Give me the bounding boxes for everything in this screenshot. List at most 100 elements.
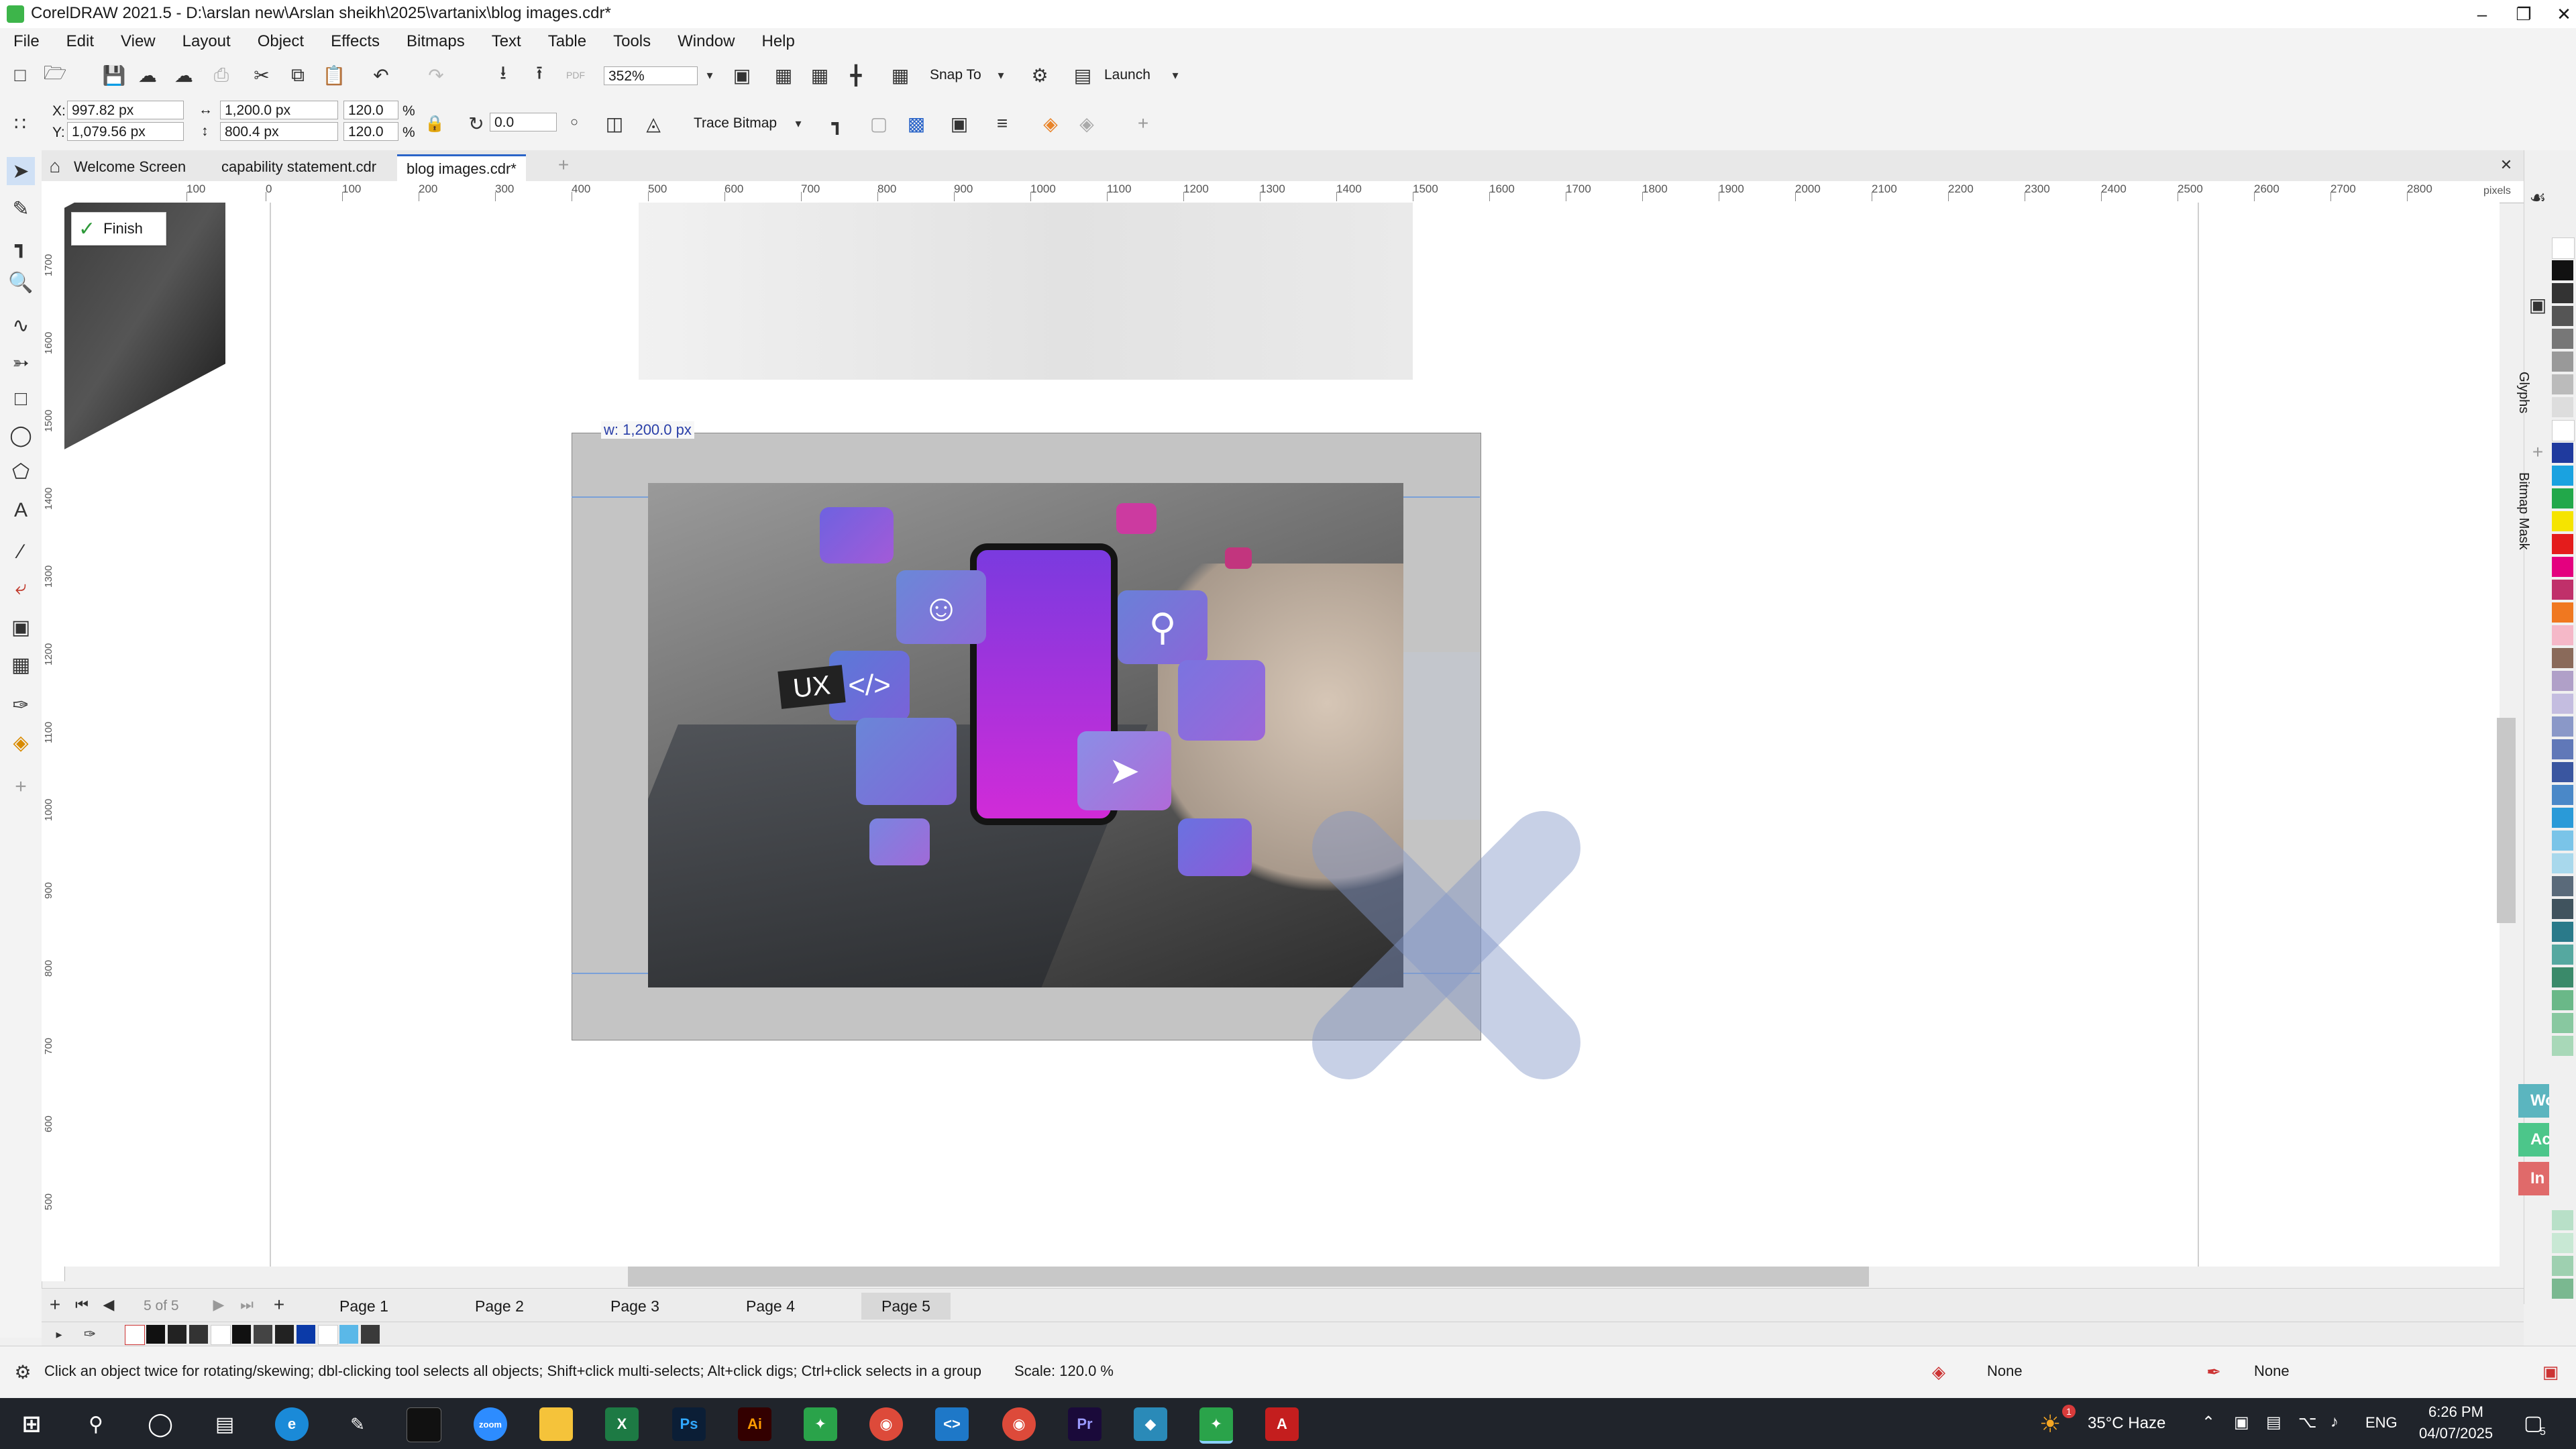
- doc-swatch[interactable]: [146, 1325, 165, 1344]
- wifi-icon[interactable]: ⌥: [2298, 1413, 2317, 1432]
- vscode-icon[interactable]: <>: [935, 1407, 969, 1441]
- swatch[interactable]: [2552, 671, 2573, 691]
- tab-capability-statement[interactable]: capability statement.cdr: [212, 154, 386, 180]
- swatch[interactable]: [2552, 967, 2573, 987]
- options-gear-icon[interactable]: ⚙: [1026, 62, 1053, 89]
- horizontal-scrollbar-thumb[interactable]: [628, 1267, 1869, 1287]
- swatch[interactable]: [2552, 808, 2573, 828]
- launch-icon[interactable]: ▤: [1069, 62, 1096, 89]
- clock-date[interactable]: 04/07/2025: [2419, 1425, 2493, 1442]
- close-button[interactable]: ✕: [2537, 0, 2576, 28]
- cortana-icon[interactable]: ◯: [144, 1407, 177, 1441]
- scale-height-field[interactable]: 120.0: [343, 122, 398, 141]
- page-tab-5[interactable]: Page 5: [861, 1293, 951, 1320]
- mirror-vertical-icon[interactable]: ◬: [640, 110, 667, 137]
- swatch[interactable]: [2552, 1256, 2573, 1276]
- swatch[interactable]: [2552, 443, 2573, 463]
- swatch[interactable]: [2552, 511, 2573, 531]
- swatch[interactable]: [2552, 420, 2575, 441]
- doc-swatch[interactable]: [168, 1325, 186, 1344]
- swatch[interactable]: [2552, 853, 2573, 873]
- trace-dropdown-icon[interactable]: ▾: [785, 110, 812, 137]
- menu-object[interactable]: Object: [244, 28, 317, 55]
- lock-ratio-icon[interactable]: 🔒: [421, 110, 448, 137]
- coreldraw-active-icon[interactable]: ✦: [1199, 1407, 1233, 1444]
- menu-help[interactable]: Help: [748, 28, 808, 55]
- tab-blog-images[interactable]: blog images.cdr*: [397, 154, 526, 182]
- chrome-profile-icon[interactable]: ◉: [1002, 1407, 1036, 1441]
- print-icon[interactable]: ⎙: [208, 62, 235, 89]
- blog-image[interactable]: ☺ </> UX ⚲ ➤: [648, 483, 1403, 987]
- doc-swatch[interactable]: [232, 1325, 251, 1344]
- swatch[interactable]: [2552, 534, 2573, 554]
- weather-text[interactable]: 35°C Haze: [2088, 1414, 2165, 1433]
- network-icon[interactable]: ▤: [2266, 1413, 2282, 1432]
- parallel-dimension-icon[interactable]: ∕: [7, 538, 35, 566]
- snap-dropdown-arrow-icon[interactable]: ▾: [987, 62, 1014, 89]
- bitmap-mask-tab-icon[interactable]: ▣: [2524, 291, 2551, 318]
- page-tab-3[interactable]: Page 3: [590, 1293, 680, 1320]
- clock-time[interactable]: 6:26 PM: [2428, 1403, 2483, 1421]
- freehand-tool-icon[interactable]: ∿: [7, 311, 35, 339]
- menu-bitmaps[interactable]: Bitmaps: [393, 28, 478, 55]
- undo-icon[interactable]: ↶: [368, 62, 394, 89]
- swatch[interactable]: [2552, 557, 2573, 577]
- coreldraw-icon[interactable]: ✦: [804, 1407, 837, 1441]
- doc-swatch[interactable]: [189, 1325, 208, 1344]
- horizontal-ruler[interactable]: 100 0 100 200 300 400 500 600 700 800 90…: [42, 181, 2524, 203]
- drop-shadow-icon[interactable]: ▣: [7, 613, 35, 641]
- zoom-icon[interactable]: zoom: [474, 1407, 507, 1441]
- menu-edit[interactable]: Edit: [53, 28, 107, 55]
- grid-icon[interactable]: ▦: [806, 62, 833, 89]
- photoshop-icon[interactable]: Ps: [672, 1407, 706, 1441]
- copy-icon[interactable]: ⧉: [284, 62, 311, 89]
- tray-chevron-icon[interactable]: ⌃: [2202, 1413, 2215, 1432]
- doc-swatch[interactable]: [275, 1325, 294, 1344]
- swatch[interactable]: [2552, 716, 2573, 737]
- swatch-none[interactable]: [125, 1325, 145, 1345]
- menu-view[interactable]: View: [107, 28, 169, 55]
- object-origin-icon[interactable]: ∷: [7, 110, 34, 137]
- last-page-icon[interactable]: ⏭: [233, 1291, 260, 1318]
- vertical-scrollbar-thumb[interactable]: [2497, 718, 2516, 923]
- faded-image-top[interactable]: [639, 203, 1413, 380]
- close-tab-icon[interactable]: ✕: [2493, 152, 2520, 178]
- paste-icon[interactable]: 📋: [321, 62, 347, 89]
- swatch[interactable]: [2552, 283, 2573, 303]
- swatch[interactable]: [2552, 762, 2573, 782]
- cloud-open-icon[interactable]: ☁: [134, 62, 161, 89]
- next-page-icon[interactable]: ▶: [205, 1291, 232, 1318]
- launch-dropdown[interactable]: Launch: [1104, 67, 1150, 83]
- crop-bitmap-icon[interactable]: ┓: [824, 110, 851, 137]
- menu-effects[interactable]: Effects: [317, 28, 393, 55]
- swatch[interactable]: [2552, 625, 2573, 645]
- rotation-field[interactable]: 0.0: [490, 113, 557, 131]
- menu-text[interactable]: Text: [478, 28, 535, 55]
- first-page-icon[interactable]: ⏮: [68, 1291, 95, 1318]
- doc-swatch[interactable]: [318, 1325, 338, 1345]
- status-gear-icon[interactable]: ⚙: [9, 1358, 36, 1385]
- finish-button[interactable]: ✓ Finish: [71, 212, 166, 246]
- fill-icon[interactable]: ◈: [1925, 1358, 1952, 1385]
- language-indicator[interactable]: ENG: [2365, 1414, 2398, 1432]
- page-tab-2[interactable]: Page 2: [455, 1293, 544, 1320]
- zoom-tool-icon[interactable]: 🔍: [7, 268, 35, 297]
- camera-icon[interactable]: ▣: [2234, 1413, 2249, 1432]
- excel-icon[interactable]: X: [605, 1407, 639, 1441]
- swatch[interactable]: [2552, 899, 2573, 919]
- full-screen-icon[interactable]: ▣: [729, 62, 755, 89]
- swatch[interactable]: [2552, 648, 2573, 668]
- doc-swatch[interactable]: [361, 1325, 380, 1344]
- resample-icon[interactable]: ▢: [865, 110, 892, 137]
- add-page-end-icon[interactable]: +: [266, 1291, 292, 1318]
- page-tab-4[interactable]: Page 4: [726, 1293, 815, 1320]
- to-back-icon[interactable]: ◈: [1073, 110, 1100, 137]
- swatch[interactable]: [2552, 1210, 2573, 1230]
- doc-swatch[interactable]: [339, 1325, 358, 1344]
- swatch[interactable]: [2552, 922, 2573, 942]
- save-icon[interactable]: 💾: [101, 62, 127, 89]
- swatch[interactable]: [2552, 260, 2573, 280]
- bitmap-mask-icon[interactable]: ▩: [903, 110, 930, 137]
- swatch[interactable]: [2552, 830, 2573, 851]
- new-document-icon[interactable]: □: [7, 62, 34, 89]
